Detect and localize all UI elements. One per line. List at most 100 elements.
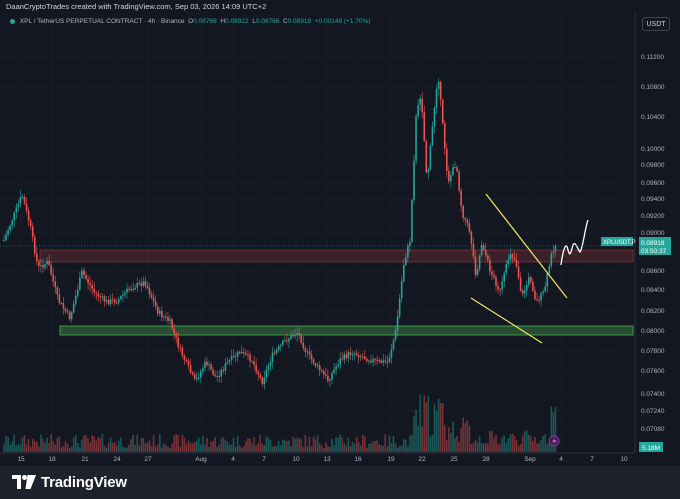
volume-bar [159,434,161,452]
candle-body [323,371,325,375]
volume-bar [290,446,292,452]
candle-body [132,288,134,290]
time-axis-label: 10 [620,456,628,463]
volume-bar [77,442,79,452]
volume-bar [478,436,481,452]
resistance-zone[interactable] [39,249,634,263]
volume-bar [58,436,61,452]
candle-body [21,196,24,198]
candle-body [113,299,116,303]
symbol-legend: XPL / TetherUS PERPETUAL CONTRACT · 4h ·… [8,18,370,25]
time-axis-label: 25 [450,456,458,463]
candle-body [470,231,473,244]
support-zone[interactable] [59,325,634,336]
volume-bar [230,444,233,452]
volume-tag-value: 5.18M [642,445,660,452]
volume-bar [413,416,415,452]
volume-bar [44,442,46,452]
volume-bar [68,447,71,452]
candle-body [134,287,136,290]
candle-body [456,166,458,172]
price-axis-label: 0.08200 [641,308,665,315]
volume-bar [515,440,518,452]
candle-body [372,359,374,363]
price-chart[interactable]: 0.11200 0.10800 0.10400 0.10000 0.09800 0.096… [0,0,680,466]
volume-bar [450,432,452,452]
volume-bar [302,447,305,452]
candle-body [437,81,440,89]
time-axis[interactable]: 15 18 21 24 27 Aug 4 7 10 13 16 19 22 25 28 Sep 4 7 10 [0,452,635,463]
candle-body [409,241,411,246]
candle-body [302,342,305,349]
volume-bar [257,443,259,452]
candle-body [353,353,356,355]
candle-body [405,257,407,265]
price-axis[interactable]: 0.11200 0.10800 0.10400 0.10000 0.09800 0.096… [634,13,665,452]
volume-bar [216,446,218,452]
volume-bar [97,437,100,452]
volume-bar [197,437,200,452]
volume-bar [234,446,237,452]
volume-bar [472,442,475,452]
candle-body [224,363,227,371]
volume-bar [435,410,438,452]
wedge-lower-line[interactable] [470,297,543,344]
volume-bar [179,447,182,452]
volume-bar [501,437,503,452]
candle-body [464,217,467,220]
volume-bar [81,439,83,452]
candle-body [325,374,327,376]
volume-bar [421,426,423,452]
volume-bar [48,442,50,452]
volume-bar [226,441,229,452]
volume-bar [523,431,526,452]
time-axis-label: 13 [323,456,331,463]
tradingview-branding[interactable]: TradingView [12,472,127,492]
volume-bar [536,443,538,452]
candle-body [296,333,298,336]
candle-body [267,365,270,370]
volume-bar [228,444,231,452]
candle-body [222,369,225,371]
candle-body [378,360,380,362]
volume-bar [474,440,477,452]
candle-body [74,295,77,304]
volume-bar [101,434,104,452]
volume-bar [93,436,95,452]
volume-bar [507,438,510,452]
candle-body [44,264,46,268]
lightning-icon[interactable] [548,435,560,447]
time-axis-label: 4 [231,456,235,463]
candle-body [487,255,489,261]
candle-body [216,375,218,377]
candle-body [208,364,210,366]
candle-body [150,294,153,298]
volume-bar [540,440,542,452]
volume-bar [208,447,210,452]
volume-bar [296,437,298,452]
candle-body [60,302,63,304]
volume-bar [419,394,421,452]
candle-body [99,296,102,298]
candle-body [493,274,495,278]
candle-body [200,371,202,378]
currency-button[interactable]: USDT [642,17,670,31]
volume-bar [181,434,184,452]
candle-body [89,283,91,286]
volume-bar [366,447,368,452]
candle-body [357,355,360,358]
volume-bars [3,394,557,452]
volume-bar [353,443,356,452]
price-axis-label: 0.09200 [641,213,665,220]
time-axis-label: 15 [17,456,25,463]
volume-bar [386,446,389,452]
time-axis-label: 4 [559,456,563,463]
volume-bar [517,445,520,452]
volume-bar [534,436,536,452]
candle-body [392,340,395,350]
candle-body [146,285,149,289]
volume-bar [15,445,18,452]
candle-body [148,288,151,295]
volume-bar [122,446,124,452]
candle-body [402,264,405,282]
